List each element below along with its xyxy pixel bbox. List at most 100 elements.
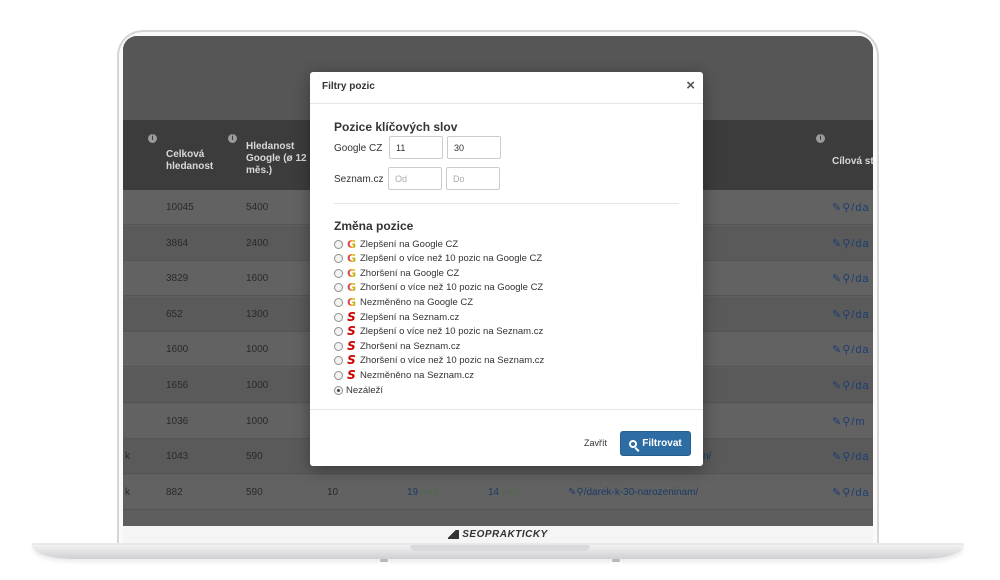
position-change-option[interactable]: Nezáleží — [334, 383, 383, 397]
google-icon: G — [346, 252, 357, 266]
target-url[interactable]: /da — [851, 273, 869, 285]
position-change-option[interactable]: S Zlepšení o více než 10 pozic na Seznam.… — [334, 325, 543, 339]
link-icon[interactable]: ⚲ — [842, 487, 851, 499]
google-to-input[interactable] — [447, 136, 501, 159]
modal-footer: Zavřít Filtrovat — [310, 409, 703, 466]
option-label[interactable]: Zhoršení na Google CZ — [360, 268, 459, 279]
option-label[interactable]: Zlepšení o více než 10 pozic na Seznam.c… — [360, 326, 543, 337]
position-change-option[interactable]: G Zlepšení na Google CZ — [334, 237, 458, 251]
edit-icon[interactable]: ✎ — [832, 451, 842, 463]
position-change-option[interactable]: G Zlepšení o více než 10 pozic na Google … — [334, 252, 542, 266]
seznam-icon: S — [347, 353, 356, 368]
edit-icon[interactable]: ✎ — [832, 344, 842, 356]
target-url[interactable]: /da — [851, 238, 869, 250]
option-label[interactable]: Zlepšení na Google CZ — [360, 239, 458, 250]
seznam-from-input[interactable] — [388, 167, 442, 190]
position-change-option[interactable]: S Zhoršení na Seznam.cz — [334, 339, 460, 353]
edit-icon[interactable]: ✎ — [832, 273, 842, 285]
row-target-cell[interactable]: ✎⚲/da — [832, 201, 870, 214]
google-icon: G — [346, 295, 357, 309]
radio-button[interactable] — [334, 370, 343, 380]
option-label[interactable]: Zhoršení o více než 10 pozic na Google C… — [360, 282, 543, 293]
edit-icon[interactable]: ✎ — [832, 416, 842, 428]
radio-button[interactable] — [334, 327, 343, 337]
radio-button[interactable] — [334, 312, 343, 322]
info-icon[interactable]: i — [816, 134, 825, 143]
link-icon[interactable]: ⚲ — [842, 309, 851, 321]
position-change-option[interactable]: S Nezměněno na Seznam.cz — [334, 368, 474, 382]
row-total-search-cell: 652 — [166, 308, 183, 320]
target-url[interactable]: /da — [851, 380, 869, 392]
target-url[interactable]: /da — [851, 487, 869, 499]
row-target-cell[interactable]: ✎⚲/da — [832, 237, 870, 250]
row-total-search-cell: 3829 — [166, 273, 189, 285]
edit-icon[interactable]: ✎ — [832, 380, 842, 392]
link-icon[interactable]: ⚲ — [842, 202, 851, 214]
target-url[interactable]: /da — [851, 309, 869, 321]
target-url[interactable]: /da — [851, 202, 869, 214]
row-target-cell[interactable]: ✎⚲/da — [832, 308, 870, 321]
position-filter-modal: Filtry pozic × Pozice klíčových slov Goo… — [310, 72, 703, 466]
radio-button[interactable] — [334, 239, 343, 249]
edit-icon[interactable]: ✎ — [832, 309, 842, 321]
seznam-delta: (+0) — [501, 486, 520, 498]
google-from-input[interactable] — [389, 136, 443, 159]
radio-button[interactable] — [334, 254, 343, 264]
row-target-cell[interactable]: ✎⚲/da — [832, 486, 870, 499]
position-change-option[interactable]: S Zlepšení na Seznam.cz — [334, 310, 459, 324]
option-label[interactable]: Nezáleží — [346, 385, 383, 396]
edit-icon[interactable]: ✎ — [832, 238, 842, 250]
radio-button[interactable] — [334, 268, 343, 278]
option-label[interactable]: Nezměněno na Google CZ — [360, 297, 473, 308]
row-url-link[interactable]: ✎⚲/darek-k-30-narozeninam/ — [568, 487, 698, 498]
link-icon[interactable]: ⚲ — [842, 451, 851, 463]
option-label[interactable]: Nezměněno na Seznam.cz — [360, 370, 474, 381]
row-total-search-cell: 1600 — [166, 344, 189, 356]
link-icon[interactable]: ⚲ — [842, 238, 851, 250]
row-target-cell[interactable]: ✎⚲/da — [832, 450, 870, 463]
edit-icon[interactable]: ✎ — [832, 202, 842, 214]
target-url[interactable]: /m — [851, 416, 865, 428]
radio-button[interactable] — [334, 356, 343, 366]
position-change-option[interactable]: S Zhoršení o více než 10 pozic na Seznam.… — [334, 354, 544, 368]
row-total-search-cell: 1036 — [166, 415, 189, 427]
row-keyword-cell: k — [125, 451, 130, 463]
radio-button[interactable] — [334, 297, 343, 307]
info-icon[interactable]: i — [228, 134, 237, 143]
info-icon[interactable]: i — [148, 134, 157, 143]
radio-button[interactable] — [334, 283, 343, 293]
link-icon[interactable]: ⚲ — [842, 344, 851, 356]
link-icon[interactable]: ⚲ — [842, 273, 851, 285]
target-url[interactable]: /da — [851, 451, 869, 463]
seznam-to-input[interactable] — [446, 167, 500, 190]
filter-button[interactable]: Filtrovat — [620, 431, 691, 456]
link-icon[interactable]: ⚲ — [842, 416, 851, 428]
link-icon[interactable]: ⚲ — [842, 380, 851, 392]
radio-button[interactable] — [334, 385, 343, 395]
header-target-page[interactable]: Cílová st — [832, 156, 873, 168]
option-label[interactable]: Zlepšení o více než 10 pozic na Google C… — [360, 253, 542, 264]
close-button[interactable]: Zavřít — [584, 438, 607, 448]
header-google-search[interactable]: Hledanost Google (ø 12 měs.) — [246, 141, 308, 177]
position-change-option[interactable]: G Zhoršení na Google CZ — [334, 266, 459, 280]
row-target-cell[interactable]: ✎⚲/da — [832, 272, 870, 285]
row-url-tail[interactable]: n/ — [703, 451, 711, 462]
edit-icon[interactable]: ✎ — [832, 487, 842, 499]
radio-button[interactable] — [334, 341, 343, 351]
link-icon[interactable]: ⚲ — [576, 487, 583, 498]
table-row: k 882 590 10 19 (+0) 14 (+0) ✎⚲/darek-k-30-nar… — [123, 474, 873, 510]
row-target-cell[interactable]: ✎⚲/m — [832, 415, 866, 428]
option-label[interactable]: Zhoršení na Seznam.cz — [360, 341, 460, 352]
row-target-cell[interactable]: ✎⚲/da — [832, 343, 870, 356]
url-text[interactable]: /darek-k-30-narozeninam/ — [584, 487, 699, 498]
position-change-option[interactable]: G Zhoršení o více než 10 pozic na Google … — [334, 281, 543, 295]
option-label[interactable]: Zhoršení o více než 10 pozic na Seznam.c… — [360, 355, 544, 366]
row-target-cell[interactable]: ✎⚲/da — [832, 379, 870, 392]
position-change-option[interactable]: G Nezměněno na Google CZ — [334, 295, 473, 309]
header-total-search[interactable]: Celková hledanost — [166, 149, 226, 173]
close-icon[interactable]: × — [686, 78, 695, 93]
row-google-search-cell: 1300 — [246, 308, 269, 320]
option-label[interactable]: Zlepšení na Seznam.cz — [360, 312, 459, 323]
target-url[interactable]: /da — [851, 344, 869, 356]
google-icon: G — [346, 281, 357, 295]
